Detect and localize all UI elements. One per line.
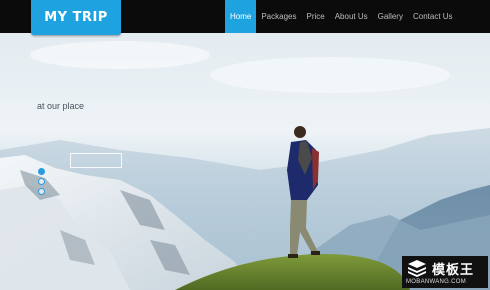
logo-text: MY TRIP [44, 10, 108, 25]
nav-item-price[interactable]: Price [301, 0, 329, 33]
watermark-subtitle: MOBANWANG.COM [406, 279, 467, 285]
slider-pagination [38, 168, 45, 195]
nav-item-gallery[interactable]: Gallery [373, 0, 408, 33]
nav-item-contact-us[interactable]: Contact Us [408, 0, 458, 33]
watermark-badge: 模板王 MOBANWANG.COM [402, 256, 488, 288]
nav-item-about-us[interactable]: About Us [330, 0, 373, 33]
grid-logo-icon [408, 260, 426, 277]
page: MY TRIP Home Packages Price About Us Gal… [0, 0, 490, 290]
slider-dot-1[interactable] [38, 168, 45, 175]
slider-dot-3[interactable] [38, 188, 45, 195]
nav-item-packages[interactable]: Packages [256, 0, 301, 33]
nav-item-home[interactable]: Home [225, 0, 257, 33]
hero-background-image [0, 0, 490, 290]
hero-tagline: at our place [37, 101, 85, 111]
main-nav: Home Packages Price About Us Gallery Con… [225, 0, 458, 33]
hero-cta-button[interactable] [70, 153, 122, 168]
site-logo[interactable]: MY TRIP [31, 0, 121, 35]
slider-dot-2[interactable] [38, 178, 45, 185]
watermark-title: 模板王 [432, 262, 475, 277]
